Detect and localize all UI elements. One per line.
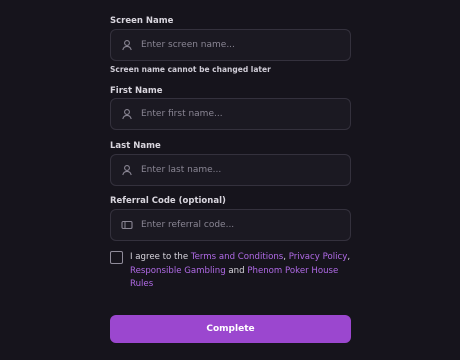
user-icon bbox=[122, 109, 132, 120]
last-name-input[interactable] bbox=[141, 155, 341, 185]
first-name-label: First Name bbox=[110, 86, 163, 96]
user-icon bbox=[122, 165, 132, 176]
first-name-input[interactable] bbox=[141, 99, 341, 129]
user-icon bbox=[122, 40, 132, 51]
agreement-and: and bbox=[225, 265, 248, 276]
referral-code-label: Referral Code (optional) bbox=[110, 196, 226, 206]
ticket-icon bbox=[121, 220, 133, 230]
screen-name-field[interactable] bbox=[110, 29, 351, 61]
referral-code-field[interactable] bbox=[110, 209, 351, 241]
referral-code-input[interactable] bbox=[141, 210, 341, 240]
complete-button[interactable]: Complete bbox=[110, 315, 351, 343]
screen-name-input[interactable] bbox=[141, 30, 341, 60]
agreement-prefix: I agree to the bbox=[130, 252, 191, 262]
agreement-sep-2: , bbox=[347, 252, 351, 262]
screen-name-label: Screen Name bbox=[110, 16, 174, 26]
responsible-gambling-link[interactable]: Responsible Gambling bbox=[130, 266, 226, 276]
last-name-field[interactable] bbox=[110, 154, 351, 186]
screen-name-hint: Screen name cannot be changed later bbox=[110, 65, 271, 74]
terms-link[interactable]: Terms and Conditions bbox=[191, 252, 283, 262]
agreement-text: I agree to the Terms and Conditions, Pri… bbox=[130, 251, 355, 292]
agree-checkbox[interactable] bbox=[110, 251, 123, 264]
last-name-label: Last Name bbox=[110, 141, 161, 151]
privacy-policy-link[interactable]: Privacy Policy bbox=[289, 252, 348, 262]
first-name-field[interactable] bbox=[110, 98, 351, 130]
